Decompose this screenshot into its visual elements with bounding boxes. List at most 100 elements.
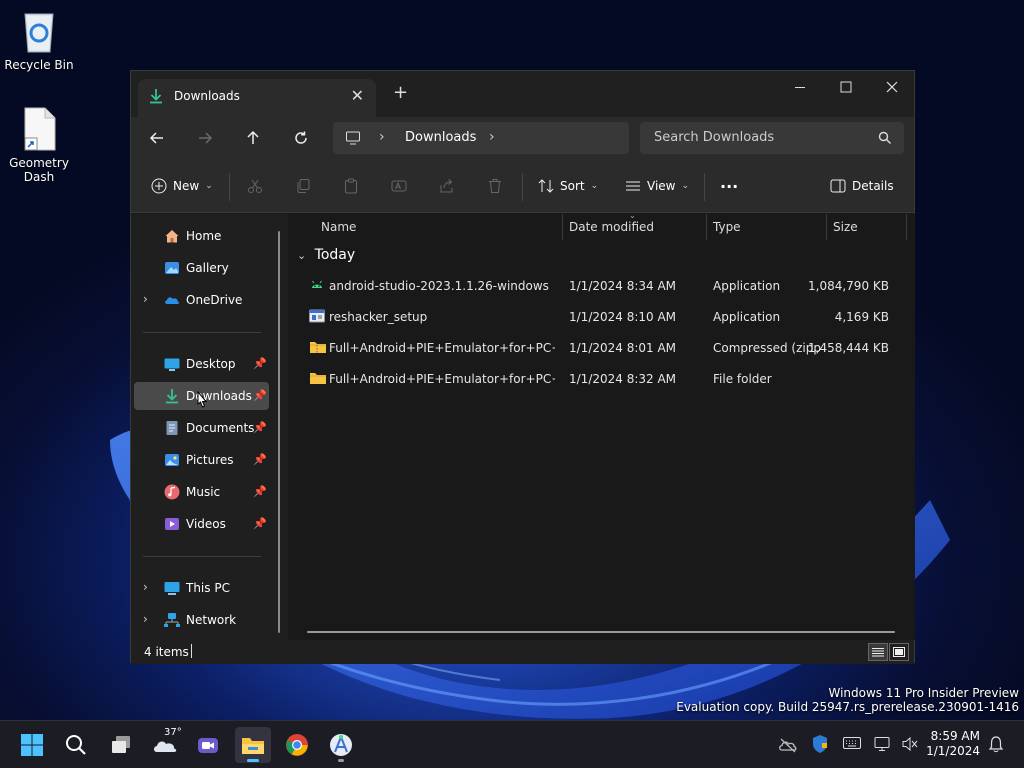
search-placeholder: Search Downloads bbox=[654, 130, 775, 145]
task-view-icon bbox=[112, 736, 130, 753]
details-view-button[interactable] bbox=[868, 643, 888, 661]
arrow-up-icon bbox=[247, 130, 259, 144]
table-row[interactable]: Full+Android+PIE+Emulator+for+PC+W... 1/… bbox=[299, 334, 899, 362]
share-icon bbox=[440, 179, 453, 193]
column-header-name[interactable]: Name bbox=[321, 214, 356, 240]
network-icon bbox=[164, 612, 180, 631]
maximize-button[interactable] bbox=[823, 71, 869, 103]
task-view-button[interactable] bbox=[103, 727, 139, 763]
view-button[interactable]: View ⌄ bbox=[625, 175, 689, 197]
forward-button[interactable] bbox=[190, 125, 220, 151]
download-arrow-icon bbox=[164, 388, 180, 407]
pin-icon[interactable]: 📌 bbox=[253, 357, 267, 370]
pin-icon[interactable]: 📌 bbox=[253, 485, 267, 498]
close-icon bbox=[886, 81, 898, 93]
copy-button[interactable] bbox=[295, 175, 311, 197]
minimize-button[interactable] bbox=[777, 71, 823, 103]
sidebar-item-videos[interactable]: Videos 📌 bbox=[134, 510, 269, 538]
pictures-icon bbox=[164, 452, 180, 471]
meet-chat-button[interactable] bbox=[190, 727, 226, 763]
chrome-icon bbox=[286, 734, 308, 756]
table-row[interactable]: reshacker_setup 1/1/2024 8:10 AM Applica… bbox=[299, 303, 899, 331]
sort-button[interactable]: Sort ⌄ bbox=[538, 175, 598, 197]
up-button[interactable] bbox=[238, 125, 268, 151]
new-label: New bbox=[173, 179, 200, 193]
sidebar-item-music[interactable]: Music 📌 bbox=[134, 478, 269, 506]
pin-icon[interactable]: 📌 bbox=[253, 453, 267, 466]
active-indicator bbox=[247, 759, 259, 762]
more-options-button[interactable]: ··· bbox=[720, 175, 738, 197]
start-button[interactable] bbox=[14, 727, 50, 763]
breadcrumb-downloads[interactable]: Downloads bbox=[405, 130, 476, 145]
notification-bell-icon[interactable] bbox=[988, 735, 1004, 756]
chevron-right-icon[interactable]: › bbox=[143, 580, 148, 594]
pin-icon[interactable]: 📌 bbox=[253, 421, 267, 434]
desktop-icon-geometry-dash[interactable]: Geometry Dash bbox=[2, 106, 76, 184]
android-studio-taskbar-button[interactable] bbox=[323, 727, 359, 763]
sort-indicator-icon: ⌄ bbox=[629, 211, 636, 220]
sidebar-item-label: Documents bbox=[186, 421, 255, 435]
system-clock[interactable]: 8:59 AM 1/1/2024 bbox=[926, 729, 980, 759]
search-taskbar-button[interactable] bbox=[58, 727, 94, 763]
tab-close-button[interactable]: ✕ bbox=[351, 86, 364, 105]
delete-button[interactable] bbox=[487, 175, 503, 197]
sidebar-item-label: Home bbox=[186, 229, 222, 243]
group-header-today[interactable]: ⌄ Today bbox=[297, 247, 355, 263]
file-explorer-taskbar-button[interactable] bbox=[235, 727, 271, 763]
onedrive-offline-icon[interactable] bbox=[778, 736, 798, 757]
sidebar-item-gallery[interactable]: Gallery bbox=[134, 254, 269, 282]
horizontal-scrollbar[interactable] bbox=[307, 631, 895, 633]
chevron-right-icon[interactable]: › bbox=[143, 292, 148, 306]
chevron-right-icon[interactable]: › bbox=[489, 129, 495, 145]
copy-icon bbox=[297, 179, 310, 193]
cut-button[interactable] bbox=[247, 175, 263, 197]
sidebar-item-label: OneDrive bbox=[186, 293, 243, 307]
navigation-scrollbar[interactable] bbox=[278, 231, 280, 633]
paste-button[interactable] bbox=[343, 175, 359, 197]
running-indicator bbox=[338, 759, 344, 762]
new-button[interactable]: New ⌄ bbox=[151, 175, 213, 197]
tab-title: Downloads bbox=[174, 89, 240, 103]
volume-muted-icon[interactable] bbox=[901, 736, 919, 755]
scissors-icon bbox=[248, 179, 262, 193]
videos-icon bbox=[164, 516, 180, 535]
table-row[interactable]: android-studio-2023.1.1.26-windows 1/1/2… bbox=[299, 272, 899, 300]
back-button[interactable] bbox=[142, 125, 172, 151]
sidebar-item-documents[interactable]: Documents 📌 bbox=[134, 414, 269, 442]
share-button[interactable] bbox=[439, 175, 455, 197]
new-tab-button[interactable]: + bbox=[393, 82, 408, 103]
keyboard-icon[interactable] bbox=[843, 736, 861, 753]
chevron-right-icon[interactable]: › bbox=[379, 129, 385, 145]
chevron-right-icon[interactable]: › bbox=[143, 612, 148, 626]
sidebar-item-onedrive[interactable]: › OneDrive bbox=[134, 286, 269, 314]
column-header-type[interactable]: Type bbox=[713, 214, 741, 240]
sidebar-item-home[interactable]: Home bbox=[134, 222, 269, 250]
sidebar-item-desktop[interactable]: Desktop 📌 bbox=[134, 350, 269, 378]
sidebar-item-network[interactable]: › Network bbox=[134, 606, 269, 634]
column-header-size[interactable]: Size bbox=[833, 214, 858, 240]
details-pane-button[interactable]: Details bbox=[830, 175, 894, 197]
file-size: 1,084,790 KB bbox=[808, 279, 889, 293]
desktop-icon-recycle-bin[interactable]: Recycle Bin bbox=[2, 8, 76, 72]
plus-circle-icon bbox=[151, 178, 167, 194]
sidebar-item-pictures[interactable]: Pictures 📌 bbox=[134, 446, 269, 474]
search-icon bbox=[878, 131, 892, 148]
close-button[interactable] bbox=[869, 71, 915, 103]
address-box[interactable]: › Downloads › bbox=[333, 122, 629, 154]
refresh-button[interactable] bbox=[286, 125, 316, 151]
tab-downloads[interactable]: Downloads ✕ bbox=[138, 79, 376, 117]
pin-icon[interactable]: 📌 bbox=[253, 517, 267, 530]
file-type: Application bbox=[713, 279, 781, 293]
search-input[interactable]: Search Downloads bbox=[640, 122, 904, 154]
rename-button[interactable] bbox=[391, 175, 407, 197]
network-status-icon[interactable] bbox=[874, 736, 892, 755]
security-shield-icon[interactable] bbox=[811, 734, 829, 757]
large-icons-view-button[interactable] bbox=[889, 643, 909, 661]
pin-icon[interactable]: 📌 bbox=[253, 389, 267, 402]
chrome-taskbar-button[interactable] bbox=[279, 727, 315, 763]
column-header-date-modified[interactable]: Date modified bbox=[569, 214, 654, 240]
sidebar-item-this-pc[interactable]: › This PC bbox=[134, 574, 269, 602]
table-row[interactable]: Full+Android+PIE+Emulator+for+PC+W... 1/… bbox=[299, 365, 899, 393]
group-label: Today bbox=[314, 247, 356, 263]
clipboard-icon bbox=[345, 178, 357, 194]
